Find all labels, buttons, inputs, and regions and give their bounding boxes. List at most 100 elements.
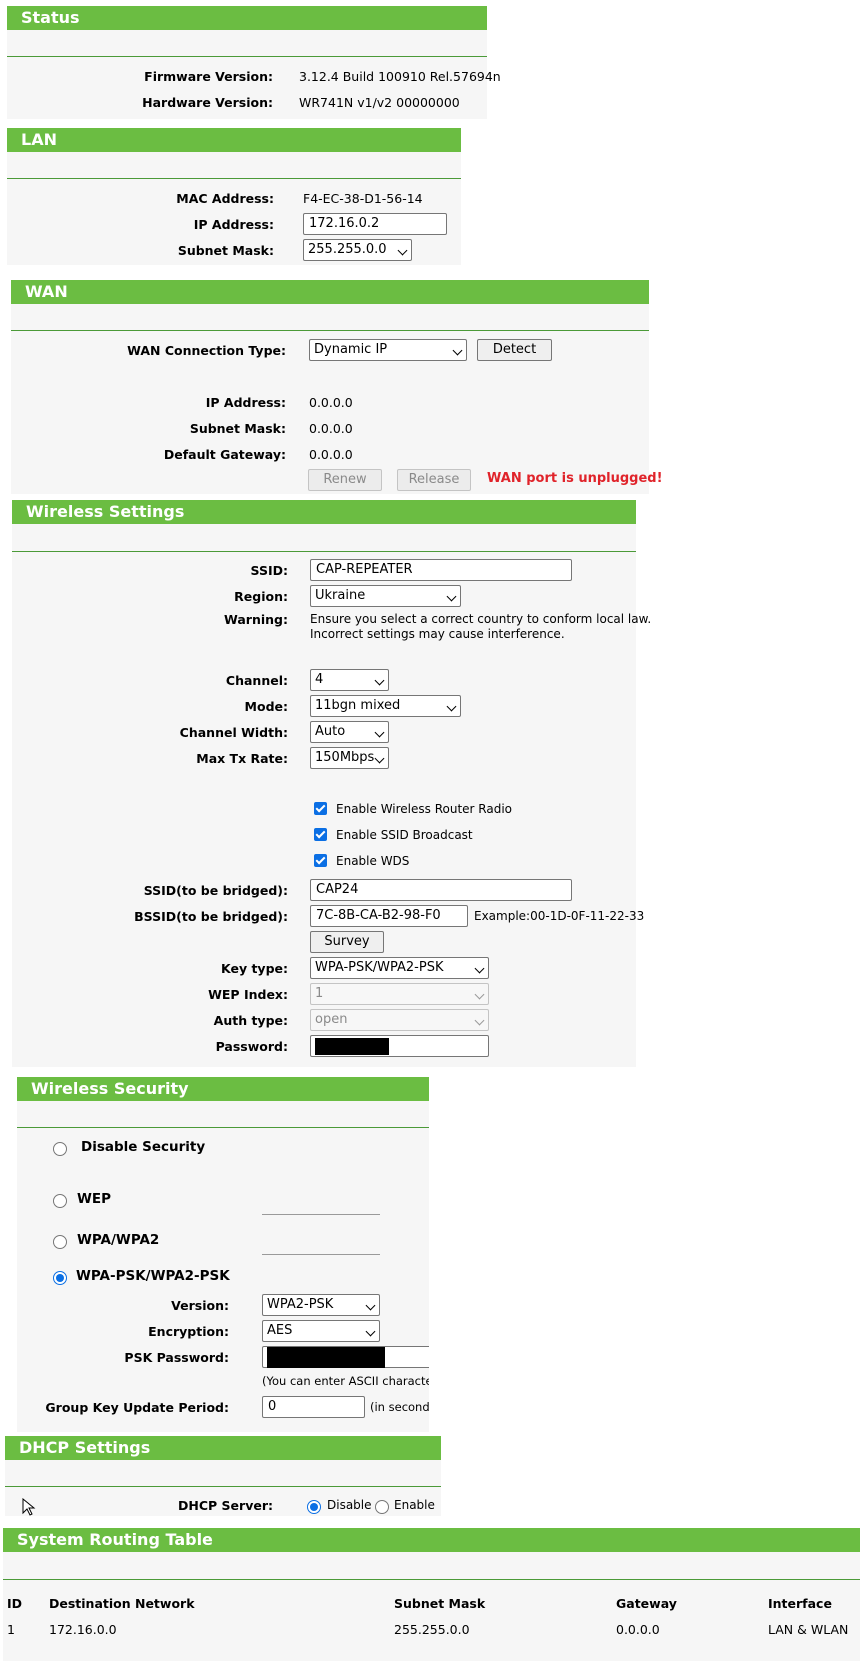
ssid-label: SSID: — [250, 563, 288, 578]
dhcp-divider — [5, 1486, 441, 1487]
encryption-select[interactable]: AES — [262, 1320, 380, 1342]
survey-button[interactable]: Survey — [310, 931, 384, 953]
dhcp-enable-radio[interactable] — [375, 1500, 389, 1514]
region-warning-label: Warning: — [224, 612, 288, 627]
chevron-down-icon — [446, 591, 457, 602]
channel-width-select[interactable]: Auto — [310, 721, 389, 743]
region-warning-line-1: Ensure you select a correct country to c… — [310, 612, 652, 626]
dhcp-title: DHCP Settings — [5, 1436, 441, 1460]
wan-gateway-value: 0.0.0.0 — [309, 447, 353, 462]
channel-select[interactable]: 4 — [310, 669, 389, 691]
chevron-down-icon — [452, 345, 463, 356]
wep-radio[interactable] — [53, 1194, 67, 1208]
auth-type-select[interactable]: open — [310, 1009, 489, 1031]
wpa-psk-radio[interactable] — [53, 1271, 67, 1285]
wireless-divider — [12, 551, 636, 552]
wan-unplugged-warning: WAN port is unplugged! — [487, 471, 663, 486]
chevron-down-icon — [365, 1300, 376, 1311]
wan-connection-type-label: WAN Connection Type: — [127, 343, 286, 358]
dhcp-panel: DHCP Settings DHCP Server: Disable Enabl… — [5, 1436, 441, 1516]
enable-ssid-broadcast-label: Enable SSID Broadcast — [336, 828, 473, 842]
dhcp-disable-label: Disable — [327, 1498, 372, 1512]
enable-wds-label: Enable WDS — [336, 854, 410, 868]
key-type-select[interactable]: WPA-PSK/WPA2-PSK — [310, 957, 489, 979]
wireless-settings-panel: Wireless Settings SSID: CAP-REPEATER Reg… — [12, 500, 651, 1067]
wan-divider — [11, 330, 649, 331]
lan-ip-label: IP Address: — [193, 217, 274, 232]
bridged-ssid-input[interactable]: CAP24 — [310, 879, 572, 901]
disable-security-radio[interactable] — [53, 1142, 67, 1156]
cursor-icon — [22, 1498, 36, 1516]
wpa-psk-label: WPA-PSK/WPA2-PSK — [76, 1268, 230, 1284]
password-redaction — [315, 1038, 389, 1055]
table-cell-interface: LAN & WLAN — [768, 1622, 849, 1637]
table-cell-id: 1 — [7, 1622, 15, 1637]
ssid-input[interactable]: CAP-REPEATER — [310, 559, 572, 581]
col-header-interface: Interface — [768, 1596, 832, 1611]
enable-radio-checkbox[interactable] — [314, 802, 327, 815]
firmware-version-value: 3.12.4 Build 100910 Rel.57694n — [299, 69, 501, 84]
enable-ssid-broadcast-checkbox[interactable] — [314, 828, 327, 841]
version-select[interactable]: WPA2-PSK — [262, 1294, 380, 1316]
dhcp-disable-radio[interactable] — [307, 1500, 321, 1514]
wan-connection-type-select[interactable]: Dynamic IP — [309, 339, 467, 361]
lan-ip-input[interactable]: 172.16.0.2 — [303, 213, 447, 235]
max-tx-rate-select[interactable]: 150Mbps — [310, 747, 389, 769]
lan-subnet-label: Subnet Mask: — [177, 243, 274, 258]
region-select[interactable]: Ukraine — [310, 585, 461, 607]
col-header-subnet: Subnet Mask — [394, 1596, 486, 1611]
chevron-down-icon — [374, 675, 385, 686]
region-label: Region: — [234, 589, 288, 604]
wireless-security-panel: Wireless Security Disable Security WEP W… — [17, 1077, 429, 1432]
hardware-version-label: Hardware Version: — [142, 95, 273, 110]
chevron-down-icon — [374, 753, 385, 764]
detect-button[interactable]: Detect — [477, 339, 552, 361]
table-cell-destination: 172.16.0.0 — [49, 1622, 117, 1637]
wan-panel: WAN WAN Connection Type: Dynamic IP Dete… — [11, 280, 663, 494]
chevron-down-icon — [374, 727, 385, 738]
wan-subnet-label: Subnet Mask: — [189, 421, 286, 436]
mode-select[interactable]: 11bgn mixed — [310, 695, 461, 717]
wireless-settings-title: Wireless Settings — [12, 500, 636, 524]
group-key-label: Group Key Update Period: — [45, 1400, 229, 1415]
release-button[interactable]: Release — [397, 469, 471, 491]
wireless-security-title: Wireless Security — [17, 1077, 429, 1101]
firmware-version-label: Firmware Version: — [144, 69, 273, 84]
mac-address-value: F4-EC-38-D1-56-14 — [303, 191, 423, 206]
renew-button[interactable]: Renew — [308, 469, 382, 491]
chevron-down-icon — [446, 701, 457, 712]
wep-index-select[interactable]: 1 — [310, 983, 489, 1005]
wpa-radio[interactable] — [53, 1235, 67, 1249]
bridged-bssid-label: BSSID(to be bridged): — [134, 909, 288, 924]
status-divider — [7, 56, 487, 57]
region-warning-line-2: Incorrect settings may cause interferenc… — [310, 627, 565, 641]
enable-wds-checkbox[interactable] — [314, 854, 327, 867]
group-key-input[interactable]: 0 — [262, 1396, 365, 1418]
bridged-bssid-input[interactable]: 7C-8B-CA-B2-98-F0 — [310, 905, 468, 927]
wan-gateway-label: Default Gateway: — [163, 447, 286, 462]
channel-width-label: Channel Width: — [179, 725, 288, 740]
mode-label: Mode: — [244, 699, 288, 714]
col-header-destination: Destination Network — [49, 1596, 195, 1611]
security-divider — [17, 1127, 429, 1128]
lan-subnet-select[interactable]: 255.255.0.0 — [303, 239, 412, 261]
dhcp-enable-label: Enable — [394, 1498, 435, 1512]
key-type-label: Key type: — [221, 961, 288, 976]
lan-divider — [7, 178, 461, 179]
disable-security-label: Disable Security — [81, 1139, 206, 1155]
password-label: Password: — [215, 1039, 288, 1054]
channel-label: Channel: — [225, 673, 288, 688]
bridged-ssid-label: SSID(to be bridged): — [143, 883, 288, 898]
psk-password-redaction — [267, 1347, 385, 1368]
hardware-version-value: WR741N v1/v2 00000000 — [299, 95, 460, 110]
col-header-gateway: Gateway — [616, 1596, 677, 1611]
status-title: Status — [7, 6, 487, 30]
lan-panel: LAN MAC Address: F4-EC-38-D1-56-14 IP Ad… — [7, 128, 461, 265]
psk-password-label: PSK Password: — [124, 1350, 229, 1365]
psk-hint: (You can enter ASCII characters — [262, 1374, 429, 1388]
group-key-unit: (in second, — [370, 1400, 429, 1414]
lan-title: LAN — [7, 128, 461, 152]
auth-type-label: Auth type: — [213, 1013, 288, 1028]
wep-field-edge — [262, 1214, 380, 1215]
bssid-example: Example:00-1D-0F-11-22-33 — [474, 909, 645, 923]
